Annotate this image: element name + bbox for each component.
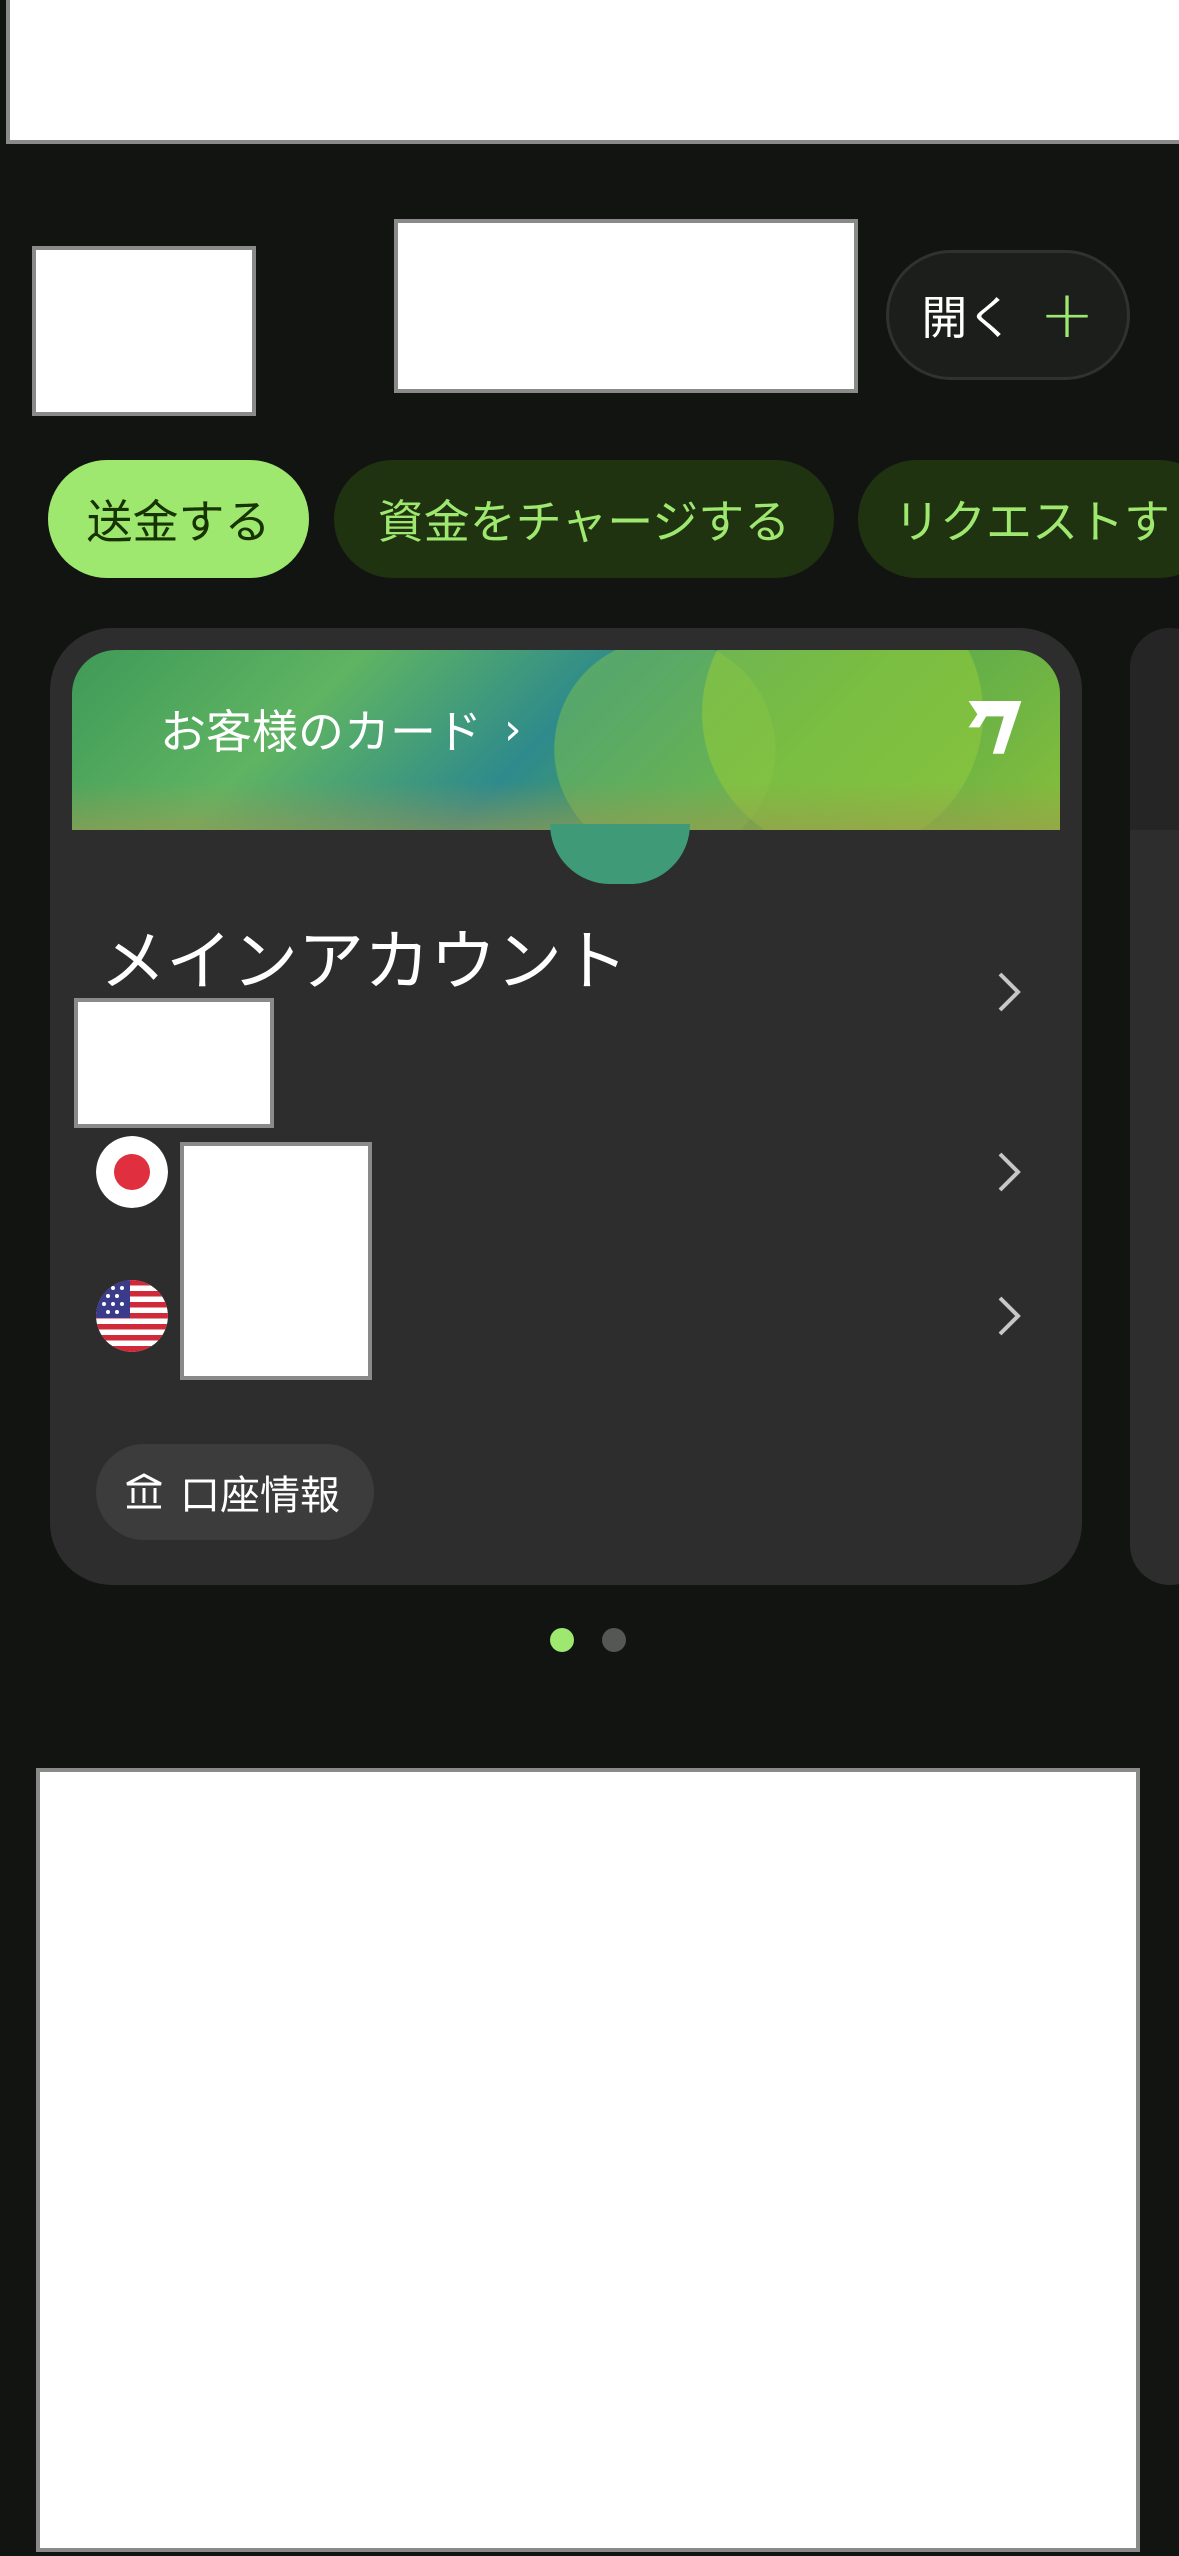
- us-flag-icon: [96, 1280, 168, 1352]
- add-money-button-label: 資金をチャージする: [377, 495, 791, 549]
- account-details-button[interactable]: 口座情報: [96, 1444, 374, 1540]
- card-banner-notch: [550, 824, 690, 884]
- send-button[interactable]: 送金する: [48, 460, 309, 578]
- open-button-label: 開く: [921, 291, 1014, 345]
- your-card-label: お客様のカード: [160, 705, 482, 759]
- send-button-label: 送金する: [86, 495, 271, 549]
- japan-flag-icon: [96, 1136, 168, 1208]
- jpy-row-chevron-icon[interactable]: [994, 1148, 1024, 1208]
- account-details-label: 口座情報: [180, 1473, 340, 1519]
- account-title: メインアカウント: [100, 923, 628, 1000]
- account-chevron-icon[interactable]: [994, 968, 1024, 1028]
- pager-dot-active[interactable]: [550, 1628, 574, 1652]
- redacted-avatar: [32, 246, 256, 416]
- request-button-label: リクエストす: [894, 495, 1170, 549]
- chevron-right-icon: ›: [504, 703, 522, 755]
- usd-row-chevron-icon[interactable]: [994, 1292, 1024, 1352]
- bank-icon: [126, 1473, 162, 1509]
- plus-icon: +: [1039, 276, 1095, 353]
- card-pager: [550, 1628, 626, 1652]
- main-account-card[interactable]: お客様のカード › メインアカウント 口座情報: [50, 628, 1082, 1585]
- redacted-account-balance: [74, 998, 274, 1128]
- add-money-button[interactable]: 資金をチャージする: [334, 460, 834, 578]
- redacted-total-balance: [394, 219, 858, 393]
- redacted-currency-balances: [180, 1142, 372, 1380]
- pager-dot[interactable]: [602, 1628, 626, 1652]
- request-button[interactable]: リクエストす: [858, 460, 1179, 578]
- open-button[interactable]: 開く +: [886, 250, 1130, 380]
- wise-logo-icon: [968, 701, 1022, 754]
- next-account-card-peek[interactable]: [1130, 628, 1179, 1585]
- your-card-link[interactable]: お客様のカード ›: [160, 696, 522, 762]
- redacted-top-banner: [6, 0, 1179, 144]
- redacted-bottom-panel: [36, 1768, 1140, 2552]
